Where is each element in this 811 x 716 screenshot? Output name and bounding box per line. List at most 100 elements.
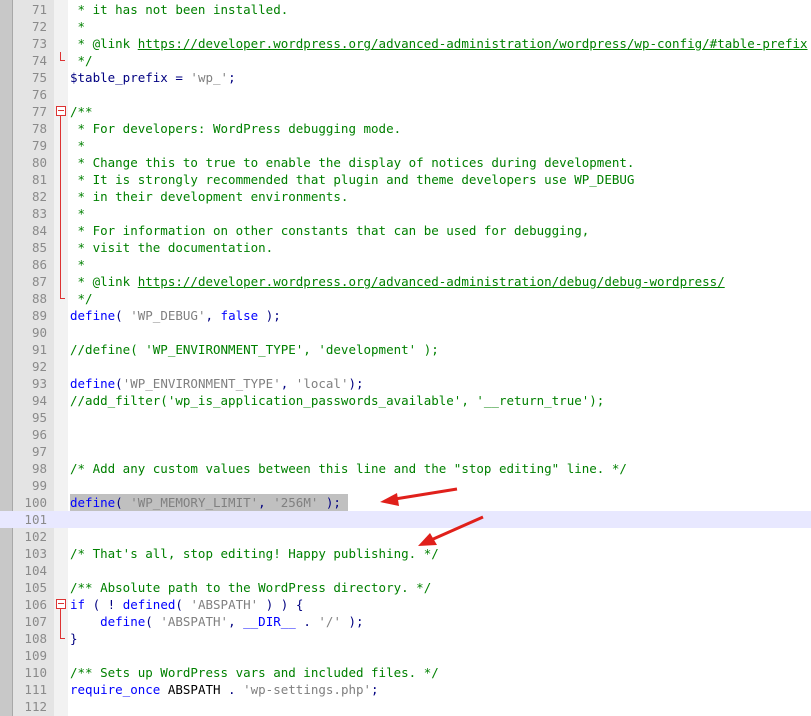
code-text[interactable]: */ [70,52,93,69]
code-line[interactable]: 71 * it has not been installed. [0,1,811,18]
code-text[interactable]: $table_prefix = 'wp_'; [70,69,236,86]
code-text[interactable]: * It is strongly recommended that plugin… [70,171,635,188]
line-number: 86 [31,257,47,272]
code-line[interactable]: 81 * It is strongly recommended that plu… [0,171,811,188]
code-token: * Change this to true to enable the disp… [70,155,635,170]
code-line[interactable]: 76 [0,86,811,103]
code-line[interactable]: 101 [0,511,811,528]
code-line[interactable]: 106 if ( ! defined( 'ABSPATH' ) ) { [0,596,811,613]
code-text[interactable]: require_once ABSPATH . 'wp-settings.php'… [70,681,379,698]
fold-toggle-icon[interactable] [55,596,67,613]
code-line[interactable]: 79 * [0,137,811,154]
code-text[interactable]: define( 'ABSPATH', __DIR__ . '/' ); [70,613,363,630]
code-text[interactable]: */ [70,290,93,307]
code-text[interactable]: * Change this to true to enable the disp… [70,154,635,171]
selected-code[interactable]: define( 'WP_MEMORY_LIMIT', '256M' ); [70,494,349,511]
code-token: * visit the documentation. [70,240,274,255]
code-line[interactable]: 97 [0,443,811,460]
code-line[interactable]: 84 * For information on other constants … [0,222,811,239]
line-number: 79 [31,138,47,153]
code-line[interactable]: 78 * For developers: WordPress debugging… [0,120,811,137]
code-text[interactable]: /** Sets up WordPress vars and included … [70,664,439,681]
code-line[interactable]: 95 [0,409,811,426]
code-line[interactable]: 102 [0,528,811,545]
code-text[interactable]: /* That's all, stop editing! Happy publi… [70,545,439,562]
code-text[interactable]: * in their development environments. [70,188,349,205]
code-text[interactable]: * For developers: WordPress debugging mo… [70,120,402,137]
code-text[interactable]: } [70,630,78,647]
code-token: ); [318,495,341,510]
code-line[interactable]: 98 /* Add any custom values between this … [0,460,811,477]
code-line[interactable]: 83 * [0,205,811,222]
code-text[interactable]: * [70,205,86,222]
code-line[interactable]: 91 //define( 'WP_ENVIRONMENT_TYPE', 'deve… [0,341,811,358]
code-line[interactable]: 87 * @link https://developer.wordpress.o… [0,273,811,290]
code-text[interactable]: //add_filter('wp_is_application_password… [70,392,604,409]
code-token: * It is strongly recommended that plugin… [70,172,635,187]
line-number: 97 [31,444,47,459]
code-line[interactable]: 77 /** [0,103,811,120]
code-line[interactable]: 88 */ [0,290,811,307]
code-text[interactable]: * it has not been installed. [70,1,289,18]
code-editor[interactable]: 71 * it has not been installed. 72 * 73 * … [0,0,811,716]
code-line[interactable]: 74 */ [0,52,811,69]
fold-toggle-icon[interactable] [55,103,67,120]
code-text[interactable]: * [70,137,86,154]
code-line[interactable]: 112 [0,698,811,715]
line-number: 77 [31,104,47,119]
code-line[interactable]: 93 define('WP_ENVIRONMENT_TYPE', 'local')… [0,375,811,392]
code-line[interactable]: 96 [0,426,811,443]
code-text[interactable]: * @link https://developer.wordpress.org/… [70,273,725,290]
code-token: define [70,308,116,323]
code-lines[interactable]: 71 * it has not been installed. 72 * 73 * … [0,1,811,715]
code-line[interactable]: 86 * [0,256,811,273]
code-token: if [70,597,86,612]
code-token: 'ABSPATH' [160,614,229,629]
code-line[interactable]: 92 [0,358,811,375]
code-text[interactable]: /** [70,103,93,120]
code-link[interactable]: https://developer.wordpress.org/advanced… [138,36,808,51]
code-text[interactable]: define( 'WP_DEBUG', false ); [70,307,281,324]
line-number: 72 [31,19,47,34]
code-line[interactable]: 107 define( 'ABSPATH', __DIR__ . '/' ); [0,613,811,630]
code-text[interactable]: * visit the documentation. [70,239,274,256]
code-line[interactable]: 110 /** Sets up WordPress vars and includ… [0,664,811,681]
code-text[interactable]: * @link https://developer.wordpress.org/… [70,35,808,52]
line-number: 98 [31,461,47,476]
line-number: 92 [31,359,47,374]
code-text[interactable]: * For information on other constants tha… [70,222,590,239]
code-token: //define( 'WP_ENVIRONMENT_TYPE', 'develo… [70,342,439,357]
code-line[interactable]: 108} [0,630,811,647]
code-line[interactable]: 90 [0,324,811,341]
code-line[interactable]: 94 //add_filter('wp_is_application_passwo… [0,392,811,409]
code-text[interactable]: /** Absolute path to the WordPress direc… [70,579,431,596]
code-token: '256M' [273,495,319,510]
code-line[interactable]: 100 define( 'WP_MEMORY_LIMIT', '256M' ); [0,494,811,511]
code-line[interactable]: 85 * visit the documentation. [0,239,811,256]
code-text[interactable]: if ( ! defined( 'ABSPATH' ) ) { [70,596,303,613]
code-token: defined [122,597,176,612]
code-line[interactable]: 104 [0,562,811,579]
code-text[interactable]: * [70,256,86,273]
code-link[interactable]: https://developer.wordpress.org/advanced… [138,274,725,289]
code-line[interactable]: 73 * @link https://developer.wordpress.o… [0,35,811,52]
code-line[interactable]: 105 /** Absolute path to the WordPress di… [0,579,811,596]
code-text[interactable]: //define( 'WP_ENVIRONMENT_TYPE', 'develo… [70,341,439,358]
code-line[interactable]: 109 [0,647,811,664]
fold-guide [55,239,67,256]
code-line[interactable]: 103 /* That's all, stop editing! Happy pu… [0,545,811,562]
code-token: ( ! [85,597,123,612]
code-line[interactable]: 80 * Change this to true to enable the d… [0,154,811,171]
line-number: 87 [31,274,47,289]
code-line[interactable]: 111 require_once ABSPATH . 'wp-settings.p… [0,681,811,698]
code-text[interactable]: /* Add any custom values between this li… [70,460,627,477]
code-line[interactable]: 99 [0,477,811,494]
code-text[interactable]: define('WP_ENVIRONMENT_TYPE', 'local'); [70,375,364,392]
code-line[interactable]: 75 $table_prefix = 'wp_'; [0,69,811,86]
code-line[interactable]: 82 * in their development environments. [0,188,811,205]
code-line[interactable]: 72 * [0,18,811,35]
code-token: ); [348,376,364,391]
code-token: * For developers: WordPress debugging mo… [70,121,402,136]
code-line[interactable]: 89 define( 'WP_DEBUG', false ); [0,307,811,324]
code-text[interactable]: * [70,18,86,35]
